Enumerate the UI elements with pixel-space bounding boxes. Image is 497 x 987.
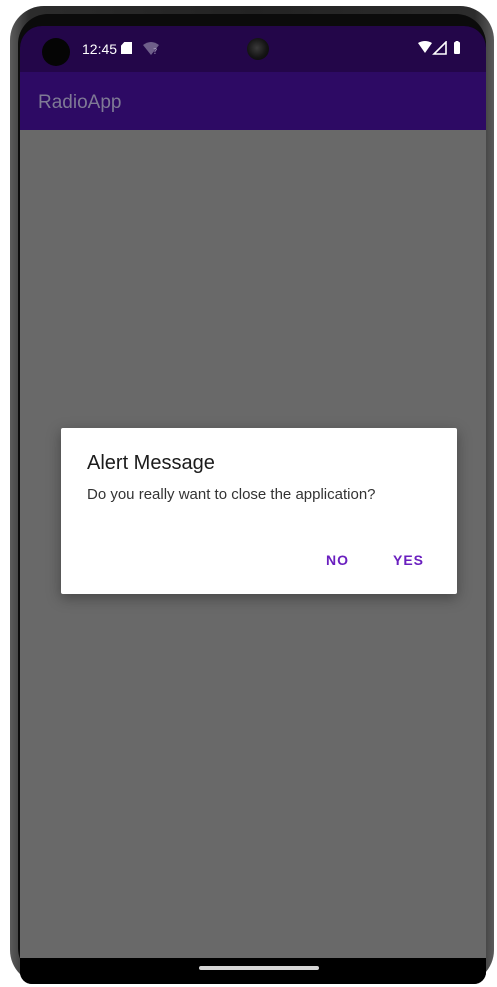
sd-card-icon bbox=[121, 42, 132, 54]
battery-icon bbox=[454, 42, 460, 54]
status-right-icons bbox=[418, 41, 460, 55]
alert-dialog: Alert Message Do you really want to clos… bbox=[61, 428, 457, 594]
wifi-icon bbox=[418, 41, 432, 53]
status-time: 12:45 bbox=[82, 41, 118, 57]
front-camera-icon bbox=[42, 38, 70, 66]
app-title: RadioApp bbox=[38, 92, 122, 113]
no-button[interactable]: NO bbox=[326, 552, 349, 568]
center-camera-icon bbox=[247, 38, 269, 60]
svg-text:?: ? bbox=[153, 47, 157, 56]
dialog-message: Do you really want to close the applicat… bbox=[87, 486, 376, 503]
wifi-question-icon: ? bbox=[143, 42, 159, 56]
yes-button[interactable]: YES bbox=[393, 552, 424, 568]
signal-icon bbox=[432, 41, 447, 55]
dialog-title: Alert Message bbox=[87, 452, 215, 474]
home-gesture-handle[interactable] bbox=[199, 966, 319, 970]
navigation-bar bbox=[20, 958, 486, 984]
